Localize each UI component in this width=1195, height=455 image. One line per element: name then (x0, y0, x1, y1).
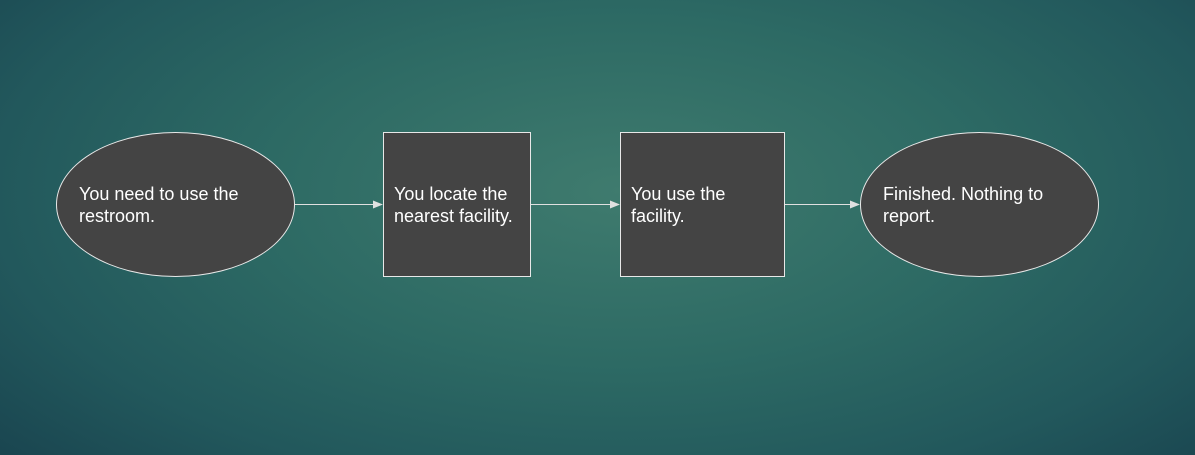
locate-node-label: You locate the nearest facility. (394, 183, 513, 226)
use-node-label: You use the facility. (631, 183, 726, 226)
use-facility-process-node[interactable]: You use the facility. (620, 132, 785, 277)
start-node-label: You need to use the restroom. (79, 183, 239, 226)
finish-terminal-node[interactable]: Finished. Nothing to report. (860, 132, 1099, 277)
finish-node-label: Finished. Nothing to report. (883, 183, 1044, 226)
locate-facility-process-node[interactable]: You locate the nearest facility. (383, 132, 531, 277)
start-terminal-node[interactable]: You need to use the restroom. (56, 132, 295, 277)
